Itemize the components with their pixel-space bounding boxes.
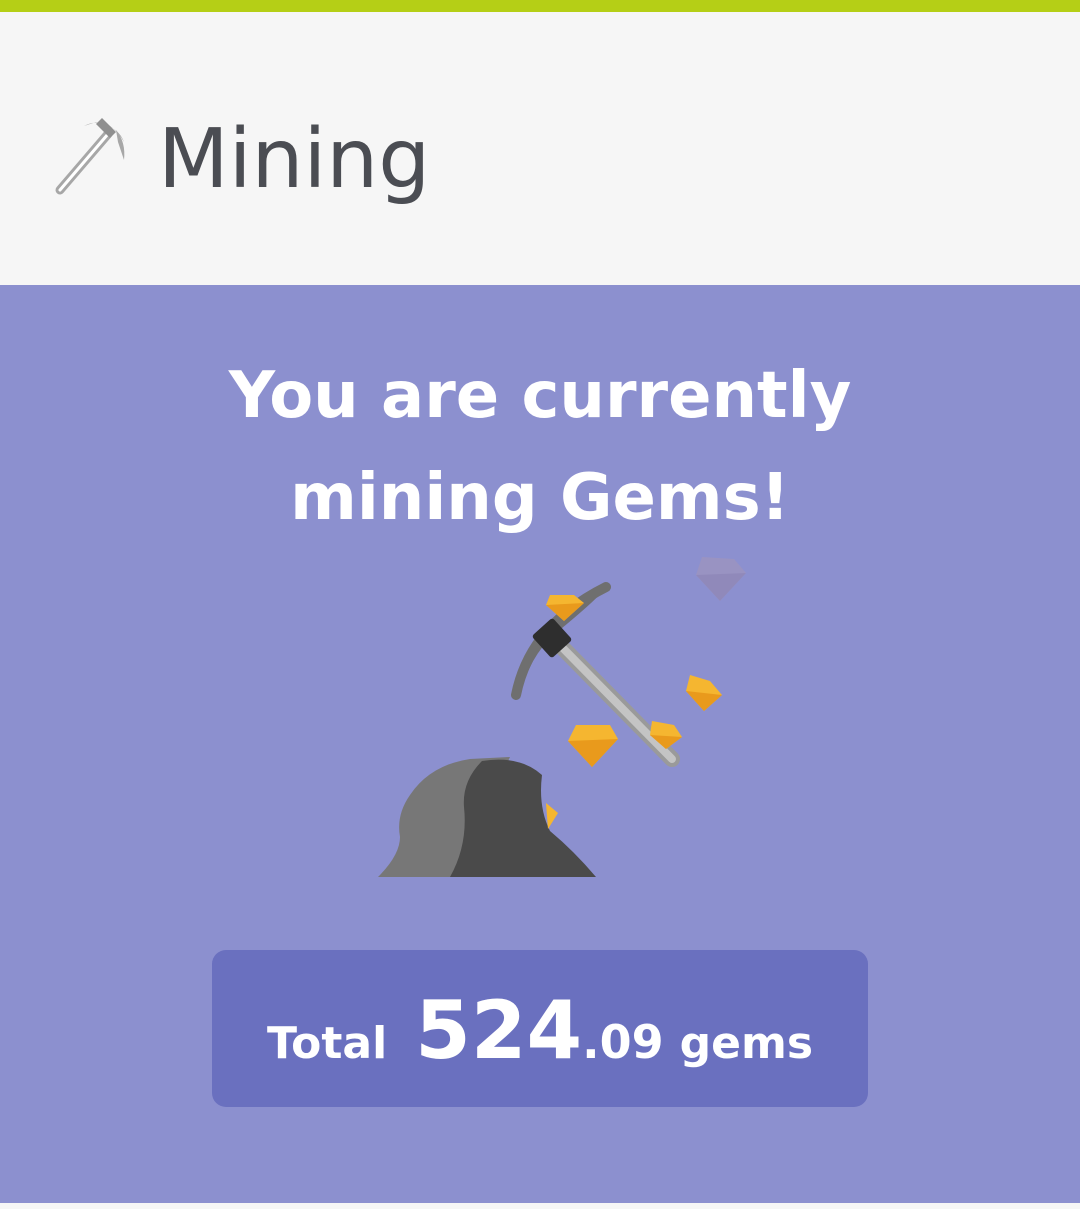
gem-icon [546, 803, 558, 829]
status-line-1: You are currently [228, 359, 852, 433]
rock-icon [378, 757, 596, 877]
faded-gem-icon [696, 557, 746, 601]
status-line-2: mining Gems! [290, 461, 790, 535]
total-unit: gems [679, 1018, 814, 1069]
total-gems-integer: 524 [415, 984, 583, 1077]
pickaxe-icon [52, 112, 128, 198]
top-accent-bar [0, 0, 1080, 12]
total-gems-decimal: .09 [582, 1015, 664, 1069]
mining-status-panel: You are currently mining Gems! Total 524… [0, 285, 1080, 1203]
total-label: Total [266, 1018, 388, 1069]
mining-status-text: You are currently mining Gems! [0, 345, 1080, 549]
page-header: Mining [0, 12, 1080, 285]
bottom-divider [0, 1203, 1080, 1209]
total-gems-box: Total 524 .09 gems [212, 950, 868, 1107]
gem-icon [686, 675, 722, 711]
mining-illustration [360, 545, 760, 885]
page-title: Mining [158, 112, 431, 207]
gem-icon [568, 725, 618, 767]
gem-icon [546, 595, 584, 621]
